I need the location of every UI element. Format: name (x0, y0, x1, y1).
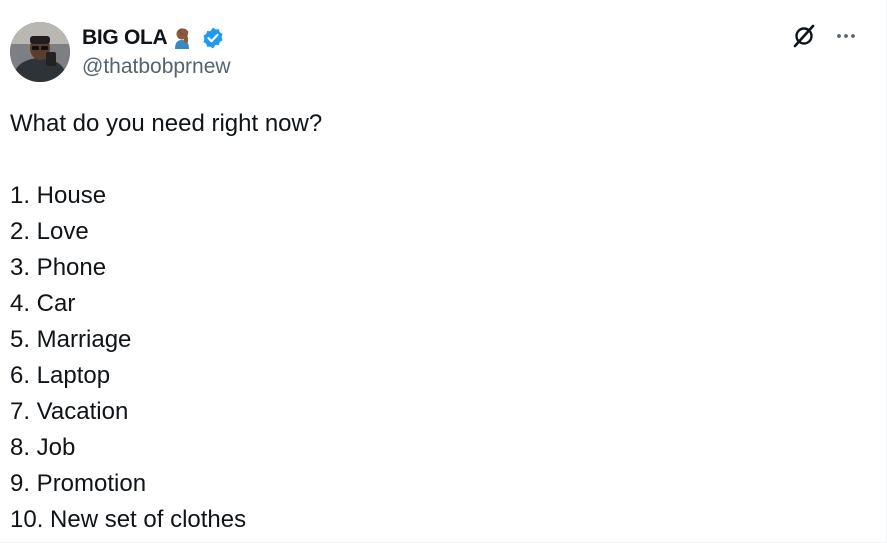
tweet-question: What do you need right now? (10, 110, 323, 137)
needs-list: 1. House 2. Love 3. Phone 4. Car 5. Marr… (10, 178, 866, 538)
list-item: 9. Promotion (10, 470, 147, 497)
list-item: 3. Phone (10, 254, 107, 281)
tweet-text: What do you need right now? 1. House 2. … (10, 106, 866, 538)
list-item: 8. Job (10, 434, 76, 461)
verified-badge-icon[interactable] (201, 26, 225, 50)
line-spacer (10, 142, 866, 178)
facepalm-emoji-icon (171, 26, 195, 50)
tweet-actions (790, 22, 860, 50)
list-item: 2. Love (10, 218, 89, 245)
list-item: 6. Laptop (10, 362, 111, 389)
list-item: 5. Marriage (10, 326, 132, 353)
list-item: 10. New set of clothes (10, 506, 247, 533)
list-item: 1. House (10, 182, 107, 209)
author-name-row: BIG OLA (82, 24, 225, 52)
more-options-icon[interactable] (832, 22, 860, 50)
list-item: 7. Vacation (10, 398, 129, 425)
author-handle[interactable]: @thatbobprnew (82, 55, 231, 79)
author-display-name[interactable]: BIG OLA (82, 26, 168, 50)
tweet-card: BIG OLA @thatbobprnew What do you need r… (0, 0, 887, 543)
grok-icon[interactable] (790, 22, 818, 50)
list-item: 4. Car (10, 290, 76, 317)
avatar[interactable] (10, 22, 70, 82)
